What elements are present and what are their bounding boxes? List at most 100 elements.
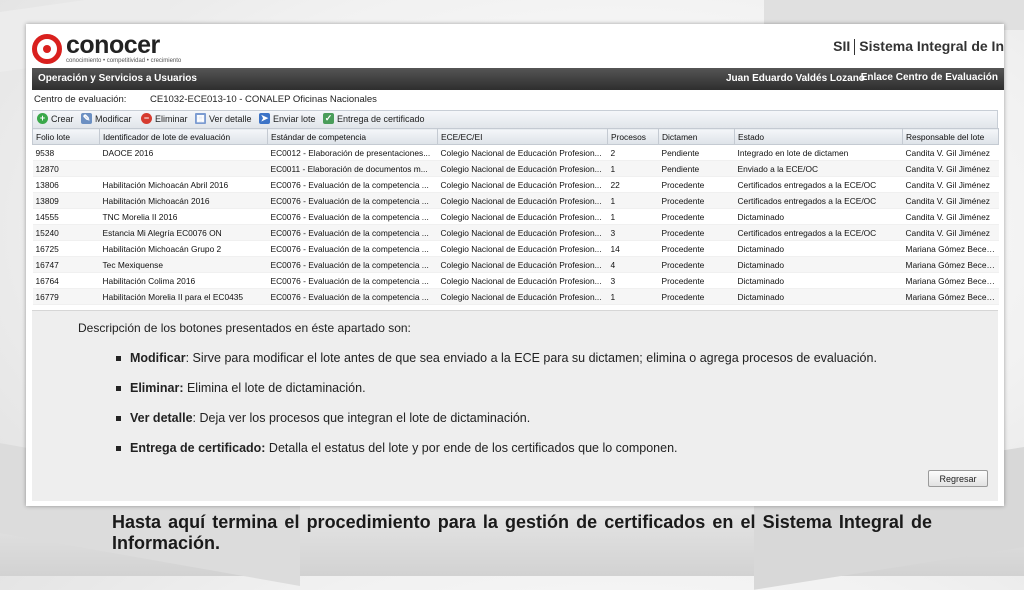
modify-button[interactable]: ✎ Modificar bbox=[81, 113, 132, 124]
cell-procesos: 4 bbox=[607, 256, 659, 273]
list-item: Eliminar: Elimina el lote de dictaminaci… bbox=[116, 381, 924, 396]
cell-dictamen: Procedente bbox=[658, 256, 735, 273]
back-button[interactable]: Regresar bbox=[928, 470, 988, 487]
cell-responsable: Mariana Gómez Becerra bbox=[902, 288, 999, 305]
col-header-responsable[interactable]: Responsable del lote bbox=[902, 128, 999, 145]
delete-icon: − bbox=[141, 113, 152, 124]
table-row[interactable]: 13809 Habilitación Michoacán 2016 EC0076 -… bbox=[32, 192, 999, 209]
cell-ece: Colegio Nacional de Educación Profesion.… bbox=[437, 224, 608, 241]
cell-identificador bbox=[99, 160, 268, 177]
cell-identificador: Habilitación Colima 2016 bbox=[99, 272, 268, 289]
cell-ece: Colegio Nacional de Educación Profesion.… bbox=[437, 256, 608, 273]
cell-ece: Colegio Nacional de Educación Profesion.… bbox=[437, 160, 608, 177]
lots-grid: Folio lote Identificador de lote de eval… bbox=[32, 128, 999, 305]
brand-tagline: conocimiento • competitividad • crecimie… bbox=[66, 58, 182, 64]
cell-dictamen: Procedente bbox=[658, 272, 735, 289]
col-header-estado[interactable]: Estado bbox=[734, 128, 903, 145]
table-row[interactable]: 16779 Habilitación Morelia II para el EC0… bbox=[32, 288, 999, 305]
col-header-estandar[interactable]: Estándar de competencia bbox=[267, 128, 438, 145]
cell-procesos: 22 bbox=[607, 176, 659, 193]
cell-dictamen: Procedente bbox=[658, 192, 735, 209]
col-header-ece[interactable]: ECE/EC/EI bbox=[437, 128, 608, 145]
col-header-dictamen[interactable]: Dictamen bbox=[658, 128, 735, 145]
table-row[interactable]: 15240 Estancia Mi Alegría EC0076 ON EC0076… bbox=[32, 224, 999, 241]
cell-responsable: Candita V. Gil Jiménez bbox=[902, 208, 999, 225]
col-header-procesos[interactable]: Procesos bbox=[607, 128, 659, 145]
create-label: Crear bbox=[51, 113, 74, 124]
table-row[interactable]: 16725 Habilitación Michoacán Grupo 2 EC007… bbox=[32, 240, 999, 257]
logo-ring-icon bbox=[32, 34, 62, 64]
bullet-square-icon bbox=[116, 416, 121, 421]
send-lot-button[interactable]: ➤ Enviar lote bbox=[259, 113, 316, 124]
grid-header-row: Folio lote Identificador de lote de eval… bbox=[32, 128, 999, 145]
cell-procesos: 1 bbox=[607, 192, 659, 209]
cell-procesos: 1 bbox=[607, 208, 659, 225]
top-navigation-bar: Operación y Servicios a Usuarios Juan Ed… bbox=[32, 68, 1004, 90]
cell-dictamen: Pendiente bbox=[658, 160, 735, 177]
cell-dictamen: Procedente bbox=[658, 240, 735, 257]
evaluation-center-link[interactable]: Enlace Centro de Evaluación bbox=[859, 72, 1000, 83]
table-row[interactable]: 14555 TNC Morelia II 2016 EC0076 - Evaluac… bbox=[32, 208, 999, 225]
col-header-identificador[interactable]: Identificador de lote de evaluación bbox=[99, 128, 268, 145]
list-text: Detalla el estatus del lote y por ende d… bbox=[265, 441, 678, 455]
col-header-folio[interactable]: Folio lote bbox=[32, 128, 100, 145]
cell-estandar: EC0076 - Evaluación de la competencia ..… bbox=[267, 208, 438, 225]
cell-identificador: Tec Mexiquense bbox=[99, 256, 268, 273]
cell-estado: Dictaminado bbox=[734, 240, 903, 257]
add-icon: + bbox=[37, 113, 48, 124]
certificate-delivery-button[interactable]: ✓ Entrega de certificado bbox=[323, 113, 425, 124]
conocer-logo: conocer conocimiento • competitividad • … bbox=[32, 30, 181, 68]
cell-responsable: Candita V. Gil Jiménez bbox=[902, 224, 999, 241]
list-item: Ver detalle: Deja ver los procesos que i… bbox=[116, 411, 924, 426]
cell-estandar: EC0076 - Evaluación de la competencia ..… bbox=[267, 240, 438, 257]
context-label: Centro de evaluación: bbox=[34, 94, 127, 105]
cell-responsable: Mariana Gómez Becerra bbox=[902, 256, 999, 273]
cell-folio: 9538 bbox=[32, 144, 100, 161]
certificate-icon: ✓ bbox=[323, 113, 334, 124]
cell-folio: 16747 bbox=[32, 256, 100, 273]
cell-ece: Colegio Nacional de Educación Profesion.… bbox=[437, 208, 608, 225]
slide-caption: Hasta aquí termina el procedimiento para… bbox=[112, 512, 932, 553]
user-name: Juan Eduardo Valdés Lozano bbox=[726, 73, 865, 84]
table-row[interactable]: 16747 Tec Mexiquense EC0076 - Evaluación d… bbox=[32, 256, 999, 273]
cell-estado: Certificados entregados a la ECE/OC bbox=[734, 224, 903, 241]
cell-procesos: 3 bbox=[607, 272, 659, 289]
cell-ece: Colegio Nacional de Educación Profesion.… bbox=[437, 192, 608, 209]
title-divider bbox=[854, 39, 856, 56]
cell-identificador: Habilitación Michoacán 2016 bbox=[99, 192, 268, 209]
cell-responsable: Candita V. Gil Jiménez bbox=[902, 160, 999, 177]
table-row[interactable]: 9538 DAOCE 2016 EC0012 - Elaboración de pr… bbox=[32, 144, 999, 161]
cell-procesos: 2 bbox=[607, 144, 659, 161]
cell-ece: Colegio Nacional de Educación Profesion.… bbox=[437, 144, 608, 161]
cell-estandar: EC0076 - Evaluación de la competencia ..… bbox=[267, 192, 438, 209]
cell-procesos: 14 bbox=[607, 240, 659, 257]
cell-estado: Dictaminado bbox=[734, 272, 903, 289]
section-title[interactable]: Operación y Servicios a Usuarios bbox=[38, 73, 197, 84]
cell-dictamen: Procedente bbox=[658, 224, 735, 241]
create-button[interactable]: + Crear bbox=[37, 113, 74, 124]
cell-estandar: EC0076 - Evaluación de la competencia ..… bbox=[267, 272, 438, 289]
list-term: Ver detalle bbox=[130, 411, 193, 425]
list-text: : Deja ver los procesos que integran el … bbox=[192, 411, 531, 425]
view-detail-button[interactable]: ▦ Ver detalle bbox=[195, 113, 252, 124]
grid-icon: ▦ bbox=[195, 113, 206, 124]
table-row[interactable]: 13806 Habilitación Michoacán Abril 2016 EC… bbox=[32, 176, 999, 193]
view-detail-label: Ver detalle bbox=[209, 113, 252, 124]
table-row[interactable]: 16764 Habilitación Colima 2016 EC0076 - Ev… bbox=[32, 272, 999, 289]
table-row[interactable]: 12870 EC0011 - Elaboración de documentos … bbox=[32, 160, 999, 177]
delete-button[interactable]: − Eliminar bbox=[141, 113, 188, 124]
cell-procesos: 1 bbox=[607, 288, 659, 305]
system-abbr: SII bbox=[833, 38, 851, 54]
cell-identificador: TNC Morelia II 2016 bbox=[99, 208, 268, 225]
cell-identificador: Habilitación Michoacán Abril 2016 bbox=[99, 176, 268, 193]
cell-estandar: EC0076 - Evaluación de la competencia ..… bbox=[267, 288, 438, 305]
cell-folio: 13809 bbox=[32, 192, 100, 209]
cell-estado: Dictaminado bbox=[734, 256, 903, 273]
bullet-square-icon bbox=[116, 386, 121, 391]
cell-dictamen: Procedente bbox=[658, 208, 735, 225]
cell-ece: Colegio Nacional de Educación Profesion.… bbox=[437, 176, 608, 193]
description-list: Modificar: Sirve para modificar el lote … bbox=[116, 351, 924, 471]
context-value: CE1032-ECE013-10 - CONALEP Oficinas Naci… bbox=[150, 94, 377, 105]
cell-identificador: Habilitación Michoacán Grupo 2 bbox=[99, 240, 268, 257]
cell-procesos: 1 bbox=[607, 160, 659, 177]
